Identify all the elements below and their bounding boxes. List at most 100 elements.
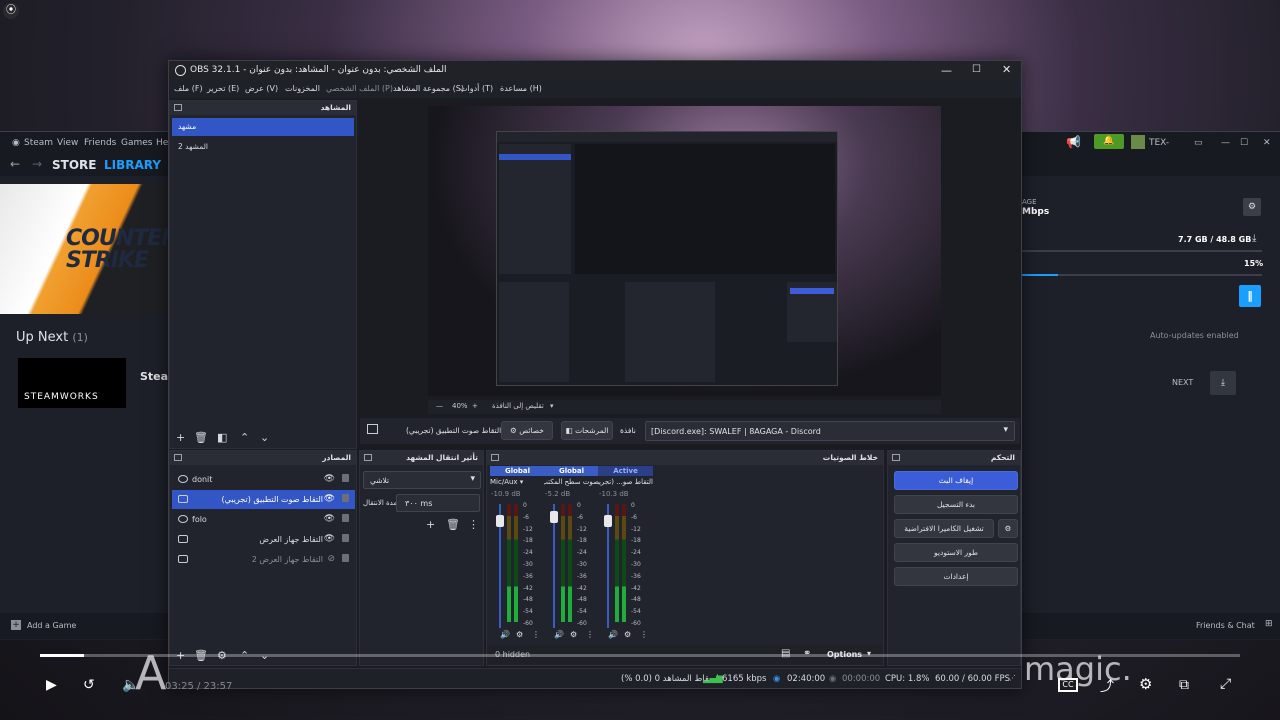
pause-download-button[interactable]: ‖ bbox=[1239, 285, 1261, 307]
eye-icon[interactable]: 👁 bbox=[324, 494, 335, 504]
notification-bell-icon[interactable]: 🔔 bbox=[1094, 134, 1124, 149]
source-row[interactable]: التقاط صوت التطبيق (تجريبي) 👁 bbox=[172, 490, 355, 509]
move-up-icon[interactable]: ⌃ bbox=[240, 432, 249, 444]
volume-icon[interactable]: 🔈 bbox=[122, 677, 139, 693]
lock-icon[interactable] bbox=[342, 514, 349, 522]
filters-button[interactable]: ◧ المرشحات bbox=[561, 421, 613, 440]
more-options-icon[interactable]: ⋮ bbox=[640, 630, 648, 639]
friends-chat-button[interactable]: Friends & Chat bbox=[1196, 621, 1255, 630]
steamworks-thumbnail[interactable]: STEAMWORKS bbox=[18, 358, 126, 408]
channel-name[interactable]: Mic/Aux ▾ bbox=[490, 478, 545, 486]
channel-settings-gear-icon[interactable]: ⚙ bbox=[516, 630, 523, 639]
close-icon[interactable]: ✕ bbox=[1263, 138, 1271, 148]
steam-menu-games[interactable]: Games bbox=[121, 138, 152, 148]
undock-icon[interactable] bbox=[892, 454, 900, 461]
settings-button[interactable]: إعدادات bbox=[894, 567, 1018, 586]
menu-docks[interactable]: المخزونات bbox=[285, 84, 320, 93]
friends-chat-plus-icon[interactable]: ⊞ bbox=[1265, 619, 1273, 629]
delete-scene-icon[interactable]: 🗑 bbox=[194, 432, 208, 444]
add-game-plus-icon[interactable]: + bbox=[11, 620, 21, 630]
lock-icon[interactable] bbox=[342, 534, 349, 542]
minimize-icon[interactable]: — bbox=[941, 64, 952, 77]
mute-speaker-icon[interactable]: 🔊 bbox=[608, 630, 618, 639]
move-down-icon[interactable]: ⌄ bbox=[260, 432, 269, 444]
channel-name[interactable]: التقاط صو... (تجريبي) ▾ bbox=[598, 478, 653, 486]
record-indicator-icon[interactable]: ⦿ bbox=[3, 3, 19, 19]
eye-icon[interactable]: 👁 bbox=[324, 534, 335, 544]
game-hero-image[interactable]: COUNTER STRIKE bbox=[0, 184, 178, 314]
virtual-camera-settings-gear-icon[interactable]: ⚙ bbox=[998, 519, 1018, 538]
menu-tools[interactable]: أدوات (T) bbox=[460, 84, 493, 93]
undock-icon[interactable] bbox=[174, 454, 182, 461]
studio-mode-button[interactable]: طور الاستوديو bbox=[894, 543, 1018, 562]
properties-button[interactable]: ⚙ خصائص bbox=[501, 421, 553, 440]
mute-speaker-icon[interactable]: 🔊 bbox=[500, 630, 510, 639]
user-name[interactable]: TEX- bbox=[1149, 138, 1169, 148]
add-scene-icon[interactable]: + bbox=[176, 432, 185, 444]
source-row[interactable]: التقاط جهاز العرض 2 ⊘ bbox=[172, 550, 355, 569]
source-row[interactable]: donit 👁 bbox=[172, 470, 355, 489]
settings-gear-icon[interactable]: ⚙ bbox=[1139, 675, 1152, 693]
start-virtual-camera-button[interactable]: تشغيل الكاميرا الافتراضية bbox=[894, 519, 994, 538]
menu-file[interactable]: ملف (F) bbox=[174, 84, 203, 93]
rewind-10-icon[interactable]: ↺ bbox=[83, 677, 95, 693]
chevron-down-icon[interactable]: ▾ bbox=[550, 402, 554, 410]
scene-item[interactable]: مشهد bbox=[172, 118, 354, 136]
steam-menu-steam[interactable]: Steam bbox=[24, 138, 53, 148]
scale-mode[interactable]: تقليص إلى النافذة bbox=[492, 402, 544, 410]
steam-menu-friends[interactable]: Friends bbox=[84, 138, 116, 148]
eye-icon[interactable]: 👁 bbox=[324, 514, 335, 524]
miniplayer-icon[interactable]: ⧉ bbox=[1179, 677, 1189, 693]
library-tab[interactable]: LIBRARY bbox=[104, 158, 161, 172]
channel-settings-gear-icon[interactable]: ⚙ bbox=[624, 630, 631, 639]
lock-icon[interactable] bbox=[342, 494, 349, 502]
menu-help[interactable]: مساعدة (H) bbox=[500, 84, 542, 93]
avatar[interactable] bbox=[1131, 135, 1145, 149]
close-icon[interactable]: ✕ bbox=[1002, 63, 1011, 76]
monitor-icon[interactable]: ▭ bbox=[1194, 138, 1203, 148]
source-row[interactable]: folo 👁 bbox=[172, 510, 355, 529]
zoom-in-icon[interactable]: + bbox=[472, 402, 478, 410]
source-row[interactable]: التقاط جهاز العرض 👁 bbox=[172, 530, 355, 549]
add-game-button[interactable]: Add a Game bbox=[27, 621, 76, 630]
fullscreen-icon[interactable]: ⤢ bbox=[1220, 676, 1231, 692]
undock-icon[interactable] bbox=[491, 454, 499, 461]
stop-streaming-button[interactable]: إيقاف البث bbox=[894, 471, 1018, 490]
add-transition-icon[interactable]: + bbox=[426, 519, 435, 531]
share-icon[interactable]: ⤴ bbox=[1100, 676, 1114, 696]
menu-view[interactable]: عرض (V) bbox=[245, 84, 278, 93]
scene-filters-icon[interactable]: ◧ bbox=[217, 432, 227, 444]
mute-speaker-icon[interactable]: 🔊 bbox=[554, 630, 564, 639]
fader-handle[interactable] bbox=[496, 515, 504, 528]
transition-select[interactable]: تلاشي ▾ bbox=[363, 471, 481, 489]
next-download-icon[interactable]: ⤓ bbox=[1210, 371, 1236, 395]
lock-icon[interactable] bbox=[342, 474, 349, 482]
megaphone-icon[interactable]: 📢 bbox=[1066, 135, 1081, 149]
captions-icon[interactable]: CC bbox=[1058, 678, 1078, 692]
delete-transition-icon[interactable]: 🗑 bbox=[446, 519, 460, 531]
menu-edit[interactable]: تحرير (E) bbox=[207, 84, 239, 93]
download-settings-gear-icon[interactable]: ⚙ bbox=[1243, 198, 1261, 216]
menu-scene-collection[interactable]: مجموعة المشاهد (S) bbox=[393, 84, 464, 93]
undock-icon[interactable] bbox=[174, 104, 182, 111]
window-select[interactable]: [Discord.exe]: SWALEF | 8AGAGA - Discord… bbox=[645, 421, 1015, 441]
steam-menu-view[interactable]: View bbox=[57, 138, 78, 148]
forward-arrow-icon[interactable]: → bbox=[32, 157, 42, 171]
fader-handle[interactable] bbox=[550, 511, 558, 524]
channel-settings-gear-icon[interactable]: ⚙ bbox=[570, 630, 577, 639]
fader-handle[interactable] bbox=[604, 515, 612, 528]
play-icon[interactable]: ▶ bbox=[46, 677, 57, 693]
minimize-icon[interactable]: — bbox=[1221, 138, 1230, 148]
store-tab[interactable]: STORE bbox=[52, 158, 96, 172]
more-options-icon[interactable]: ⋮ bbox=[532, 630, 540, 639]
menu-profile[interactable]: الملف الشخصي (P) bbox=[326, 84, 393, 93]
channel-name[interactable]: صوت سطح المكتب ▾ bbox=[544, 478, 599, 486]
more-options-icon[interactable]: ⋮ bbox=[468, 519, 479, 531]
back-arrow-icon[interactable]: ← bbox=[10, 157, 20, 171]
lock-icon[interactable] bbox=[342, 554, 349, 562]
maximize-icon[interactable]: ☐ bbox=[972, 64, 981, 75]
zoom-out-icon[interactable]: — bbox=[436, 402, 443, 410]
eye-hidden-icon[interactable]: ⊘ bbox=[327, 554, 335, 564]
undock-icon[interactable] bbox=[364, 454, 372, 461]
more-options-icon[interactable]: ⋮ bbox=[586, 630, 594, 639]
